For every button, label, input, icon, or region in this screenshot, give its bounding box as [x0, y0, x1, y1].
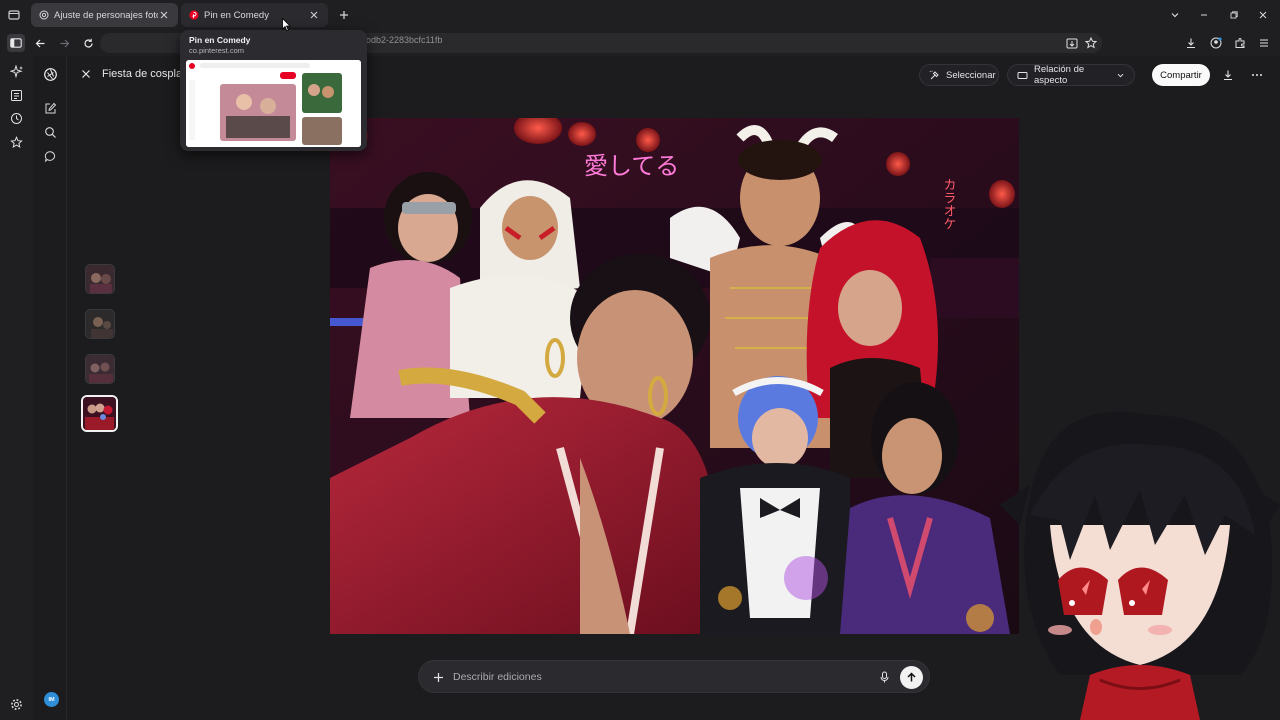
tab-ajuste-personajes[interactable]: Ajuste de personajes fotos	[31, 3, 178, 27]
microphone-icon[interactable]	[877, 670, 891, 684]
forward-icon[interactable]	[55, 34, 73, 52]
send-button[interactable]	[900, 666, 923, 689]
profile-icon[interactable]	[1207, 34, 1225, 52]
cosplay-party-photo[interactable]: 愛してる カラオケ	[330, 118, 1019, 634]
pinterest-icon	[189, 10, 199, 20]
tab-hover-preview: Pin en Comedy co.pinterest.com	[180, 30, 367, 151]
arrow-up-icon	[907, 672, 916, 682]
select-button[interactable]: Seleccionar	[919, 64, 999, 86]
close-editor-icon[interactable]	[79, 67, 93, 81]
edit-description-input[interactable]	[453, 669, 853, 685]
sidebar-toggle-icon[interactable]	[7, 34, 25, 52]
aspect-ratio-dropdown[interactable]: Relación de aspecto	[1007, 64, 1135, 86]
download-icon[interactable]	[1221, 68, 1235, 82]
tab-pin-en-comedy[interactable]: Pin en Comedy	[181, 3, 328, 27]
preview-thumbnail	[186, 60, 361, 147]
close-tab-icon[interactable]	[158, 9, 170, 21]
user-avatar[interactable]: IM	[44, 692, 59, 707]
thumbnail-3[interactable]	[85, 354, 115, 384]
chatgpt-logo-icon[interactable]	[42, 66, 58, 82]
share-button[interactable]: Compartir	[1152, 64, 1210, 86]
vtuber-avatar-overlay	[990, 375, 1280, 720]
reload-icon[interactable]	[79, 34, 97, 52]
copilot-sparkle-icon[interactable]	[8, 63, 25, 80]
tab-actions-icon[interactable]	[5, 6, 23, 24]
back-icon[interactable]	[31, 34, 49, 52]
aspect-ratio-icon	[1017, 70, 1028, 81]
chevron-down-icon	[1116, 71, 1125, 80]
close-window-icon[interactable]	[1254, 6, 1272, 24]
tab-search-chevron-icon[interactable]	[1166, 6, 1184, 24]
extensions-icon[interactable]	[1231, 34, 1249, 52]
reading-view-icon[interactable]	[1063, 34, 1081, 52]
new-tab-icon[interactable]	[336, 7, 352, 23]
app-rail: IM	[33, 56, 67, 720]
tab-strip: Ajuste de personajes fotos Pin en Comedy	[0, 0, 1280, 30]
tab-label: Pin en Comedy	[204, 9, 269, 21]
preview-title: Pin en Comedy	[189, 35, 251, 45]
thumbnail-2[interactable]	[85, 309, 115, 339]
favorite-star-icon[interactable]	[1082, 34, 1100, 52]
settings-gear-icon[interactable]	[8, 696, 25, 713]
aspect-ratio-label: Relación de aspecto	[1034, 64, 1085, 86]
collections-icon[interactable]	[8, 87, 25, 104]
preview-domain: co.pinterest.com	[189, 46, 245, 55]
mouse-cursor-icon	[282, 18, 291, 32]
edit-prompt-bar	[418, 660, 930, 693]
history-icon[interactable]	[8, 110, 25, 127]
add-attachment-icon[interactable]	[431, 670, 445, 684]
minimize-icon[interactable]	[1195, 6, 1213, 24]
thumbnail-1[interactable]	[85, 264, 115, 294]
neon-sign-vertical: カラオケ	[941, 178, 956, 230]
url-text[interactable]: odb2-2283bcfc11fb	[366, 35, 442, 45]
chatgpt-icon	[39, 10, 49, 20]
downloads-icon[interactable]	[1182, 34, 1200, 52]
more-options-icon[interactable]	[1250, 68, 1264, 82]
favorites-icon[interactable]	[8, 134, 25, 151]
chat-bubble-icon[interactable]	[42, 148, 58, 164]
browser-sidebar	[0, 56, 33, 720]
select-label: Seleccionar	[946, 69, 996, 81]
image-title: Fiesta de cosplay	[102, 68, 188, 80]
search-icon[interactable]	[42, 124, 58, 140]
close-tab-icon[interactable]	[308, 9, 320, 21]
new-chat-icon[interactable]	[42, 100, 58, 116]
select-brush-icon	[929, 70, 940, 81]
menu-icon[interactable]	[1255, 34, 1273, 52]
restore-icon[interactable]	[1225, 6, 1243, 24]
neon-sign-text: 愛してる	[584, 152, 679, 180]
tab-label: Ajuste de personajes fotos	[54, 9, 158, 21]
thumbnail-4-selected[interactable]	[81, 395, 118, 432]
